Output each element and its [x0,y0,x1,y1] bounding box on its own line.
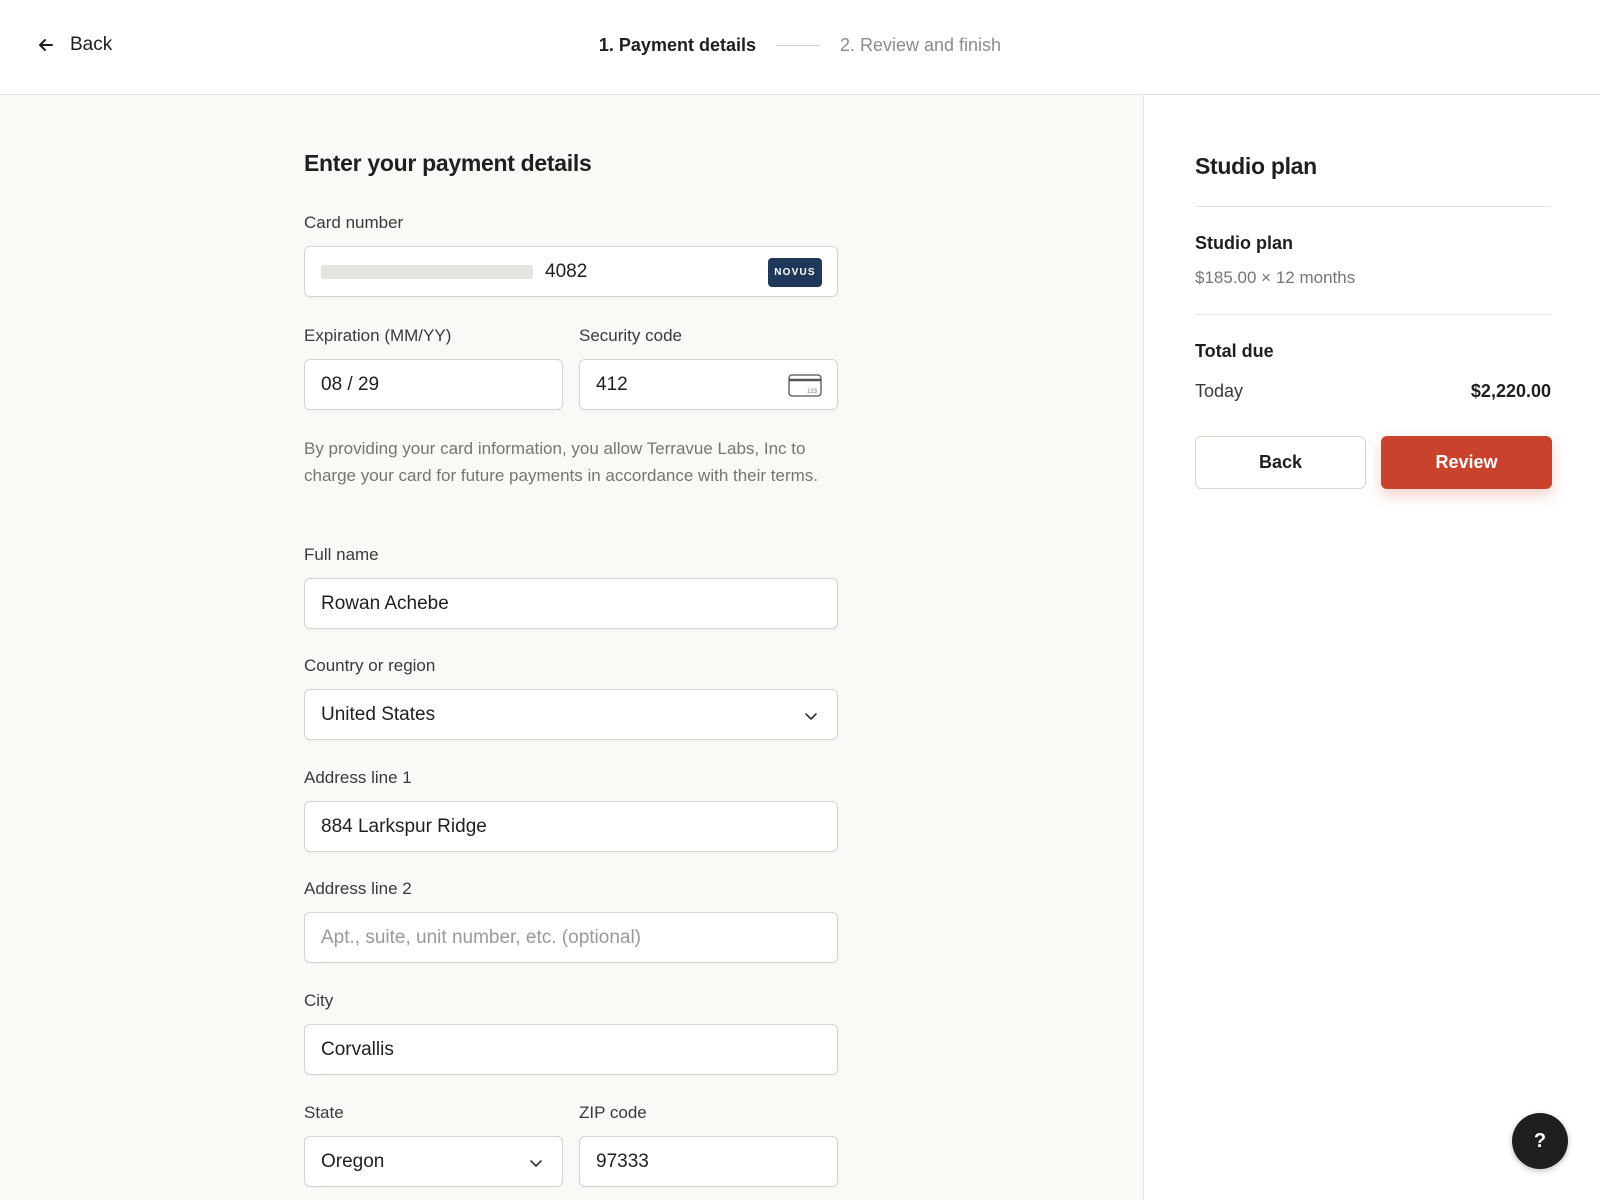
total-due-label: Total due [1195,341,1274,361]
svg-text:123: 123 [807,389,818,395]
zip-code-field[interactable]: 97333 [579,1136,838,1187]
country-value: United States [321,703,436,725]
address-line-2-placeholder: Apt., suite, unit number, etc. (optional… [321,926,642,948]
today-label: Today [1195,381,1244,401]
expiration-label: Expiration (MM/YY) [304,326,452,345]
review-button[interactable]: Review [1381,436,1552,489]
today-amount: $2,220.00 [1470,381,1551,401]
payment-form-panel: Enter your payment details Card number 4… [0,95,1143,1200]
summary-divider [1195,206,1551,207]
checkout-steps: 1. Payment details 2. Review and finish [0,35,1600,56]
expiration-field[interactable]: 08 / 29 [304,359,563,410]
chevron-down-icon [805,713,817,720]
form-title: Enter your payment details [304,150,592,176]
order-summary-panel: Studio plan Studio plan $185.00 × 12 mon… [1143,95,1600,1200]
card-brand-icon: NOVUS [768,258,822,287]
full-name-label: Full name [304,545,379,564]
authorization-text: By providing your card information, you … [304,439,819,485]
card-number-mask [321,264,533,279]
summary-title: Studio plan [1195,153,1317,179]
summary-divider [1195,314,1551,315]
plan-name: Studio plan [1195,233,1293,253]
step-review-and-finish: 2. Review and finish [839,35,1002,55]
country-label: Country or region [304,656,436,675]
address-line-2-label: Address line 2 [304,879,412,898]
full-name-field[interactable]: Rowan Achebe [304,578,838,629]
state-value: Oregon [321,1150,385,1172]
back-button[interactable]: Back [1195,436,1366,489]
step-divider [775,45,820,46]
full-name-value: Rowan Achebe [321,592,449,614]
plan-price: $185.00 × 12 months [1195,268,1356,287]
card-number-last4: 4082 [545,260,588,282]
address-line-2-field[interactable]: Apt., suite, unit number, etc. (optional… [304,912,838,963]
card-number-label: Card number [304,213,404,232]
state-label: State [304,1103,344,1122]
zip-code-value: 97333 [596,1150,649,1172]
country-select[interactable]: United States [304,689,838,740]
city-label: City [304,991,334,1010]
city-field[interactable]: Corvallis [304,1024,838,1075]
address-line-1-value: 884 Larkspur Ridge [321,815,487,837]
state-select[interactable]: Oregon [304,1136,563,1187]
address-line-1-field[interactable]: 884 Larkspur Ridge [304,801,838,852]
top-bar: Back 1. Payment details 2. Review and fi… [0,0,1600,95]
chevron-down-icon [530,1160,542,1167]
security-code-field[interactable]: 412 123 [579,359,838,410]
city-value: Corvallis [321,1038,394,1060]
help-button[interactable]: ? [1512,1113,1568,1169]
address-line-1-label: Address line 1 [304,768,412,787]
zip-code-label: ZIP code [579,1103,647,1122]
card-back-icon: 123 [788,374,822,397]
security-code-label: Security code [579,326,682,345]
expiration-value: 08 / 29 [321,373,380,395]
step-payment-details: 1. Payment details [598,35,756,55]
card-number-field[interactable]: 4082 NOVUS [304,246,838,297]
security-code-value: 412 [596,373,628,395]
